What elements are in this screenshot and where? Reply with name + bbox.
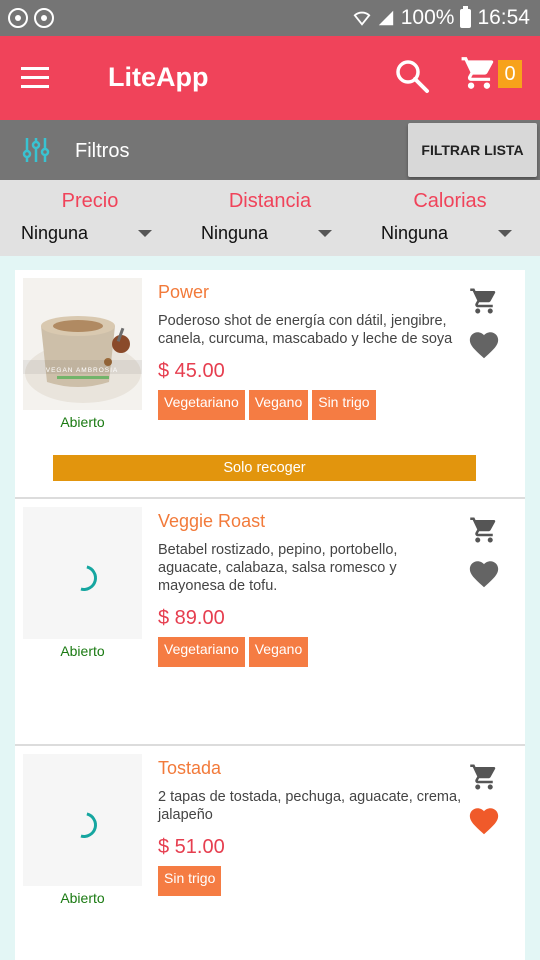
heart-icon[interactable] xyxy=(466,557,502,591)
item-description: 2 tapas de tostada, pechuga, aguacate, c… xyxy=(158,789,462,823)
product-photo: VEGAN AMBROSIA xyxy=(23,278,142,410)
battery-level: 100% xyxy=(400,6,455,29)
status-bar: 100% 16:54 xyxy=(0,0,540,36)
sort-dropdowns: Precio Ninguna Distancia Ninguna Caloria… xyxy=(0,180,540,256)
item-name[interactable]: Tostada xyxy=(158,758,221,779)
list-item[interactable]: Abierto Tostada 2 tapas de tostada, pech… xyxy=(15,746,525,960)
tag-vegetarian: Vegetariano xyxy=(158,637,245,667)
list-item[interactable]: VEGAN AMBROSIA Abierto Power Poderoso sh… xyxy=(15,270,525,497)
cart-count-badge: 0 xyxy=(498,60,522,88)
distance-filter-select[interactable]: Ninguna xyxy=(200,220,340,248)
filters-label: Filtros xyxy=(75,140,130,162)
add-to-cart-icon[interactable] xyxy=(469,515,499,545)
pickup-only-banner: Solo recoger xyxy=(53,455,476,481)
tag-list: Vegetariano Vegano xyxy=(158,637,309,667)
clock: 16:54 xyxy=(477,6,530,29)
product-photo-placeholder xyxy=(23,754,142,886)
heart-icon[interactable] xyxy=(466,328,502,362)
battery-icon xyxy=(460,5,472,28)
product-photo-placeholder xyxy=(23,507,142,639)
add-to-cart-icon[interactable] xyxy=(469,286,499,316)
add-to-cart-icon[interactable] xyxy=(469,762,499,792)
distance-filter: Distancia Ninguna xyxy=(180,180,360,256)
list-item[interactable]: Abierto Veggie Roast Betabel rostizado, … xyxy=(15,499,525,744)
price-filter-value: Ninguna xyxy=(21,223,89,243)
tag-vegan: Vegano xyxy=(248,390,309,420)
product-list: VEGAN AMBROSIA Abierto Power Poderoso sh… xyxy=(15,270,525,960)
item-name[interactable]: Power xyxy=(158,282,209,303)
distance-filter-value: Ninguna xyxy=(201,223,269,243)
calories-filter-label: Calorias xyxy=(413,190,487,212)
item-name[interactable]: Veggie Roast xyxy=(158,511,265,532)
filter-list-button[interactable]: FILTRAR LISTA xyxy=(408,123,537,177)
item-price: $ 89.00 xyxy=(158,607,225,629)
distance-filter-label: Distancia xyxy=(228,190,312,212)
tag-wheat-free: Sin trigo xyxy=(158,866,222,896)
price-filter-select[interactable]: Ninguna xyxy=(20,220,160,248)
loading-spinner-icon xyxy=(66,560,102,596)
calories-filter-value: Ninguna xyxy=(381,223,449,243)
chevron-down-icon xyxy=(318,230,332,237)
chevron-down-icon xyxy=(498,230,512,237)
sync-icon xyxy=(8,8,28,28)
item-description: Poderoso shot de energía con dátil, jeng… xyxy=(158,313,453,347)
photo-caption: VEGAN AMBROSIA xyxy=(46,367,119,374)
settings-icon xyxy=(34,8,54,28)
item-description: Betabel rostizado, pepino, portobello, a… xyxy=(158,542,398,594)
app-bar: LiteApp 0 xyxy=(0,36,540,120)
item-price: $ 51.00 xyxy=(158,836,225,858)
sliders-icon[interactable] xyxy=(22,136,50,164)
filter-bar: Filtros FILTRAR LISTA xyxy=(0,120,540,180)
app-title: LiteApp xyxy=(108,62,209,92)
wifi-icon xyxy=(353,11,371,26)
open-status: Abierto xyxy=(60,414,105,430)
search-icon[interactable] xyxy=(394,58,430,94)
chevron-down-icon xyxy=(138,230,152,237)
price-filter: Precio Ninguna xyxy=(0,180,180,256)
heart-icon-favorited[interactable] xyxy=(466,804,502,838)
calories-filter-select[interactable]: Ninguna xyxy=(380,220,520,248)
signal-icon xyxy=(378,10,393,26)
open-status: Abierto xyxy=(60,890,105,906)
cart-icon[interactable] xyxy=(460,54,498,92)
tag-list: Vegetariano Vegano Sin trigo xyxy=(158,390,376,420)
calories-filter: Calorias Ninguna xyxy=(360,180,540,256)
tag-wheat-free: Sin trigo xyxy=(312,390,376,420)
loading-spinner-icon xyxy=(66,807,102,843)
menu-icon[interactable] xyxy=(21,67,49,89)
tag-list: Sin trigo xyxy=(158,866,222,896)
tag-vegetarian: Vegetariano xyxy=(158,390,245,420)
price-filter-label: Precio xyxy=(61,190,119,212)
tag-vegan: Vegano xyxy=(248,637,309,667)
item-price: $ 45.00 xyxy=(158,360,225,382)
open-status: Abierto xyxy=(60,643,105,659)
